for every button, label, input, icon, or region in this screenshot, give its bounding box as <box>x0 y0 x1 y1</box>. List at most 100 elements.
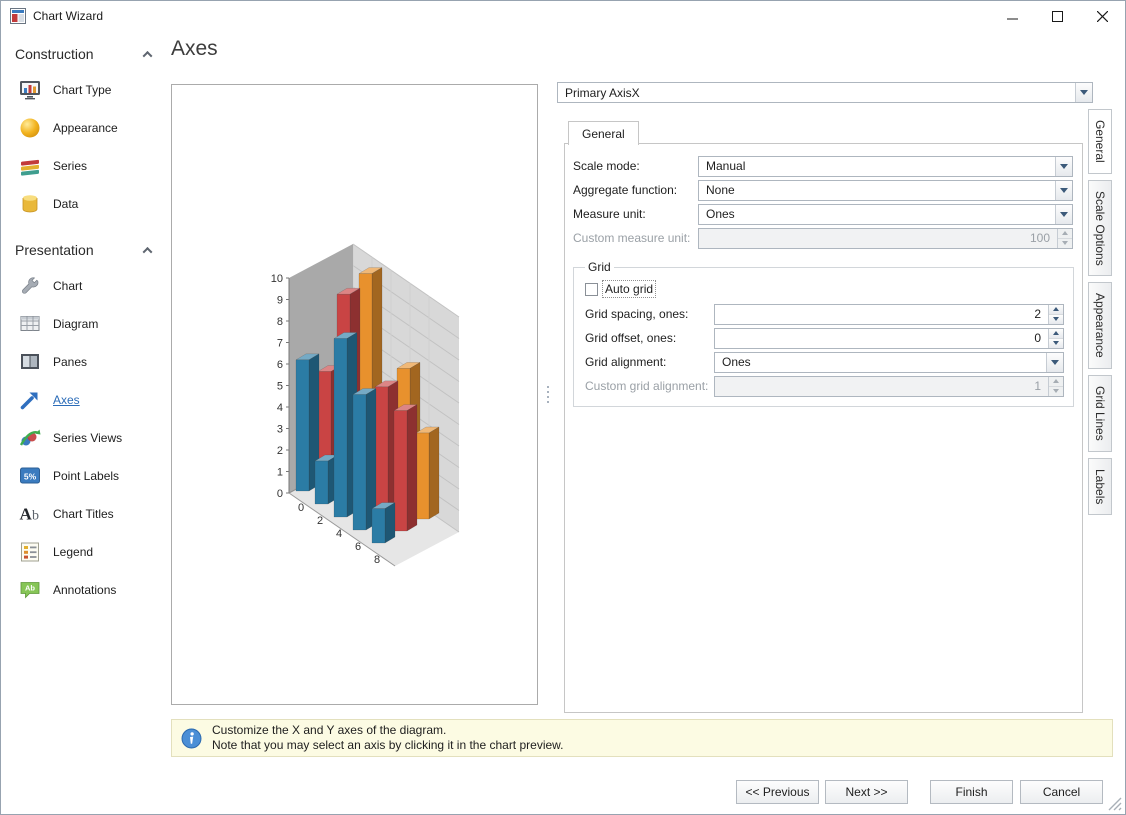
side-tab-scale-options[interactable]: Scale Options <box>1088 179 1112 277</box>
svg-text:A: A <box>20 505 33 524</box>
grid-alignment-label: Grid alignment: <box>585 355 667 369</box>
custom-grid-alignment-label: Custom grid alignment: <box>585 379 709 393</box>
svg-text:Ab: Ab <box>25 584 35 593</box>
sidebar-group-presentation[interactable]: Presentation <box>1 233 171 267</box>
cancel-button[interactable]: Cancel <box>1020 780 1103 804</box>
chevron-up-icon <box>142 50 153 61</box>
grid-group-label: Grid <box>588 260 611 274</box>
sidebar-item-annotations[interactable]: Ab Annotations <box>1 571 171 609</box>
chart-icon <box>18 274 42 298</box>
sidebar-item-label: Panes <box>53 355 88 369</box>
spin-up-icon <box>1058 228 1072 239</box>
svg-text:8: 8 <box>374 554 380 566</box>
sidebar-item-data[interactable]: Data <box>1 185 171 223</box>
sidebar-item-appearance[interactable]: Appearance <box>1 109 171 147</box>
scale-mode-label: Scale mode: <box>573 159 640 173</box>
maximize-button[interactable] <box>1035 1 1080 31</box>
titlebar: Chart Wizard <box>1 1 1125 31</box>
svg-text:4: 4 <box>336 528 342 540</box>
measure-unit-label: Measure unit: <box>573 207 646 221</box>
side-tab-labels[interactable]: Labels <box>1088 457 1112 516</box>
sidebar-item-label: Chart Type <box>53 83 112 97</box>
window-controls <box>990 1 1125 31</box>
grid-spacing-value: 2 <box>1034 307 1041 321</box>
info-icon <box>181 728 202 749</box>
aggregate-function-label: Aggregate function: <box>573 183 678 197</box>
window-title: Chart Wizard <box>33 9 104 23</box>
sidebar-item-chart-type[interactable]: Chart Type <box>1 71 171 109</box>
grid-offset-label: Grid offset, ones: <box>585 331 677 345</box>
measure-unit-value: Ones <box>706 207 735 221</box>
chart-preview-svg[interactable]: 0 1 2 3 4 5 6 7 8 9 10 0 2 4 6 8 <box>172 85 537 704</box>
grid-offset-input[interactable]: 0 <box>714 327 1064 349</box>
axis-settings-panel: Scale mode: Manual Aggregate function: N… <box>564 143 1083 713</box>
sidebar-group-label: Construction <box>15 46 94 62</box>
sidebar-item-legend[interactable]: Legend <box>1 533 171 571</box>
sidebar-item-point-labels[interactable]: 5% Point Labels <box>1 457 171 495</box>
grid-alignment-select[interactable]: Ones <box>714 351 1064 373</box>
sidebar-group-construction[interactable]: Construction <box>1 37 171 71</box>
sidebar-item-label: Series Views <box>53 431 123 445</box>
svg-text:8: 8 <box>277 316 283 328</box>
legend-icon <box>18 540 42 564</box>
tab-general[interactable]: General <box>568 121 639 145</box>
sidebar-item-chart-titles[interactable]: Ab Chart Titles <box>1 495 171 533</box>
chevron-down-icon[interactable] <box>1055 204 1072 224</box>
grid-spacing-input[interactable]: 2 <box>714 303 1064 325</box>
spin-down-icon[interactable] <box>1049 314 1063 324</box>
sidebar-item-diagram[interactable]: Diagram <box>1 305 171 343</box>
previous-button[interactable]: << Previous <box>736 780 819 804</box>
svg-text:6: 6 <box>355 541 361 553</box>
sidebar-item-panes[interactable]: Panes <box>1 343 171 381</box>
sidebar-item-axes[interactable]: Axes <box>1 381 171 419</box>
chevron-down-icon[interactable] <box>1055 180 1072 200</box>
series-views-icon <box>18 426 42 450</box>
chart-preview-panel[interactable]: 0 1 2 3 4 5 6 7 8 9 10 0 2 4 6 8 <box>171 84 538 705</box>
sidebar-item-label: Chart Titles <box>53 507 114 521</box>
spin-up-icon[interactable] <box>1049 304 1063 315</box>
measure-unit-select[interactable]: Ones <box>698 203 1073 225</box>
spin-down-icon <box>1058 238 1072 248</box>
grid-offset-value: 0 <box>1034 331 1041 345</box>
svg-text:10: 10 <box>271 273 283 285</box>
spin-down-icon[interactable] <box>1049 338 1063 348</box>
sidebar-item-series-views[interactable]: Series Views <box>1 419 171 457</box>
close-button[interactable] <box>1080 1 1125 31</box>
auto-grid-checkbox[interactable] <box>585 282 598 296</box>
custom-grid-alignment-input: 1 <box>714 375 1064 397</box>
spin-up-icon[interactable] <box>1049 328 1063 339</box>
appearance-icon <box>18 116 42 140</box>
auto-grid-checkbox-row[interactable]: Auto grid <box>583 276 1064 302</box>
aggregate-function-select[interactable]: None <box>698 179 1073 201</box>
sidebar-item-series[interactable]: Series <box>1 147 171 185</box>
svg-text:2: 2 <box>317 515 323 527</box>
sidebar-item-label: Series <box>53 159 88 173</box>
side-tab-appearance[interactable]: Appearance <box>1088 282 1112 370</box>
minimize-button[interactable] <box>990 1 1035 31</box>
svg-text:0: 0 <box>277 488 283 500</box>
svg-text:6: 6 <box>277 359 283 371</box>
sidebar-item-chart[interactable]: Chart <box>1 267 171 305</box>
side-tab-general[interactable]: General <box>1088 109 1112 174</box>
chevron-down-icon[interactable] <box>1046 352 1063 372</box>
spin-up-icon <box>1049 376 1063 387</box>
chevron-up-icon <box>142 246 153 257</box>
info-line-2: Note that you may select an axis by clic… <box>212 738 564 752</box>
scale-mode-select[interactable]: Manual <box>698 155 1073 177</box>
svg-text:9: 9 <box>277 295 283 307</box>
axis-selector[interactable]: Primary AxisX <box>557 82 1093 103</box>
splitter-handle[interactable] <box>541 84 555 705</box>
finish-button[interactable]: Finish <box>930 780 1013 804</box>
chart-titles-icon: Ab <box>18 502 42 526</box>
resize-grip[interactable] <box>1108 797 1122 811</box>
annotations-icon: Ab <box>18 578 42 602</box>
next-button[interactable]: Next >> <box>825 780 908 804</box>
chevron-down-icon[interactable] <box>1075 83 1092 102</box>
custom-measure-unit-label: Custom measure unit: <box>573 231 691 245</box>
side-tab-grid-lines[interactable]: Grid Lines <box>1088 375 1112 452</box>
sidebar-item-label: Diagram <box>53 317 99 331</box>
chevron-down-icon[interactable] <box>1055 156 1072 176</box>
sidebar: Construction Chart Type Appearance Series Da… <box>1 33 171 814</box>
svg-text:0: 0 <box>298 502 304 514</box>
spin-down-icon <box>1049 386 1063 396</box>
